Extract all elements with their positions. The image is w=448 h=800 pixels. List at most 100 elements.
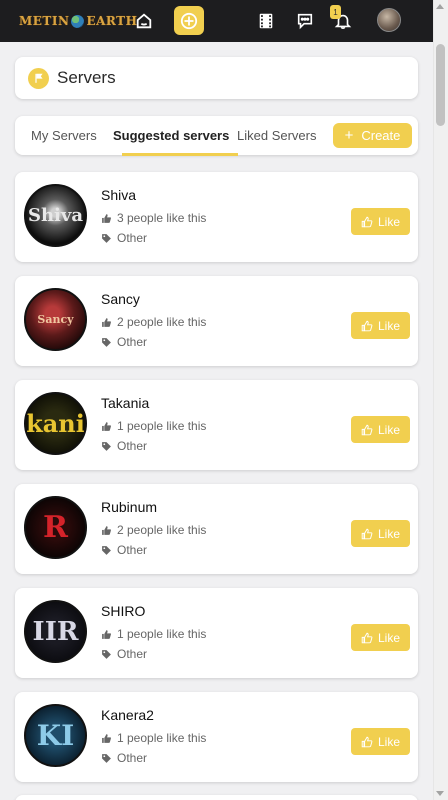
thumbs-up-icon bbox=[102, 525, 111, 535]
tag-icon bbox=[102, 649, 111, 659]
tag-icon bbox=[102, 441, 111, 451]
server-likes-text: 2 people like this bbox=[117, 315, 207, 329]
server-category-text: Other bbox=[117, 647, 148, 661]
scrollbar[interactable] bbox=[433, 0, 448, 800]
server-category: Other bbox=[101, 751, 147, 765]
scroll-up-arrow-icon[interactable] bbox=[436, 4, 444, 9]
server-card-shiva: Shiva Shiva 3 people like this Other Lik… bbox=[15, 172, 418, 262]
server-likes-text: 2 people like this bbox=[117, 523, 207, 537]
tab-liked-servers[interactable]: Liked Servers bbox=[237, 116, 316, 155]
thumbs-up-outline-icon bbox=[361, 216, 373, 227]
server-category-text: Other bbox=[117, 543, 148, 557]
server-likes-text: 3 people like this bbox=[117, 211, 207, 225]
tag-icon bbox=[102, 233, 111, 243]
thumbs-up-outline-icon bbox=[361, 736, 373, 747]
server-likes: 3 people like this bbox=[101, 211, 206, 225]
add-post-button[interactable] bbox=[174, 6, 204, 35]
plus-icon: + bbox=[344, 127, 354, 144]
server-avatar-text: kani bbox=[26, 409, 85, 438]
server-card-partial bbox=[15, 795, 418, 800]
like-button-label: Like bbox=[377, 422, 400, 437]
server-avatar-text: Shiva bbox=[27, 205, 84, 226]
server-card-takania: kani Takania 1 people like this Other Li… bbox=[15, 380, 418, 470]
server-likes: 1 people like this bbox=[101, 419, 206, 433]
server-name[interactable]: Kanera2 bbox=[101, 707, 154, 723]
server-card-shiro: IIR SHIRO 1 people like this Other Like bbox=[15, 588, 418, 678]
server-name[interactable]: SHIRO bbox=[101, 603, 145, 619]
servers-tabs: My Servers Suggested servers Liked Serve… bbox=[15, 116, 418, 156]
like-button-label: Like bbox=[377, 630, 400, 645]
server-name[interactable]: Sancy bbox=[101, 291, 140, 307]
server-category: Other bbox=[101, 543, 147, 557]
server-likes-text: 1 people like this bbox=[117, 627, 207, 641]
scrollbar-thumb[interactable] bbox=[436, 44, 445, 126]
server-card-sancy: Sancy Sancy 2 people like this Other Lik… bbox=[15, 276, 418, 366]
server-avatar-text: R bbox=[43, 510, 68, 545]
video-reels-icon[interactable] bbox=[253, 8, 279, 34]
server-likes-text: 1 people like this bbox=[117, 731, 207, 745]
server-name[interactable]: Takania bbox=[101, 395, 149, 411]
server-card-rubinum: R Rubinum 2 people like this Other Like bbox=[15, 484, 418, 574]
create-server-button[interactable]: + Create bbox=[333, 123, 412, 148]
thumbs-up-icon bbox=[102, 733, 111, 743]
server-name[interactable]: Shiva bbox=[101, 187, 136, 203]
plus-circle-icon bbox=[180, 12, 198, 29]
server-category: Other bbox=[101, 335, 147, 349]
tab-suggested-servers[interactable]: Suggested servers bbox=[113, 116, 229, 155]
server-avatar-text: Sancy bbox=[37, 313, 74, 326]
server-name[interactable]: Rubinum bbox=[101, 499, 157, 515]
tag-icon bbox=[102, 337, 111, 347]
page-header-card: Servers bbox=[15, 57, 418, 99]
tag-icon bbox=[102, 545, 111, 555]
server-category-text: Other bbox=[117, 335, 148, 349]
server-avatar[interactable]: KI bbox=[24, 704, 87, 767]
create-button-label: Create bbox=[361, 128, 401, 143]
thumbs-up-outline-icon bbox=[361, 528, 373, 539]
chat-icon[interactable] bbox=[292, 8, 318, 34]
globe-icon bbox=[71, 14, 85, 28]
user-avatar[interactable] bbox=[377, 8, 401, 32]
server-likes-text: 1 people like this bbox=[117, 419, 207, 433]
thumbs-up-icon bbox=[102, 317, 111, 327]
like-button-label: Like bbox=[377, 318, 400, 333]
server-avatar[interactable]: IIR bbox=[24, 600, 87, 663]
logo-text-left: METIN bbox=[19, 14, 70, 28]
server-avatar[interactable]: R bbox=[24, 496, 87, 559]
like-button-label: Like bbox=[377, 214, 400, 229]
like-button[interactable]: Like bbox=[351, 624, 410, 651]
server-avatar[interactable]: Shiva bbox=[24, 184, 87, 247]
page-title: Servers bbox=[57, 68, 116, 87]
server-category-text: Other bbox=[117, 439, 148, 453]
server-category-text: Other bbox=[117, 751, 148, 765]
server-card-kanera2: KI Kanera2 1 people like this Other Like bbox=[15, 692, 418, 782]
like-button[interactable]: Like bbox=[351, 312, 410, 339]
top-navigation-bar: METIN EARTH 1 bbox=[0, 0, 448, 42]
flag-icon bbox=[28, 67, 49, 89]
like-button[interactable]: Like bbox=[351, 520, 410, 547]
server-likes: 1 people like this bbox=[101, 627, 206, 641]
active-tab-indicator bbox=[122, 153, 238, 156]
thumbs-up-outline-icon bbox=[361, 320, 373, 331]
thumbs-up-icon bbox=[102, 421, 111, 431]
like-button[interactable]: Like bbox=[351, 728, 410, 755]
server-avatar-text: IIR bbox=[32, 616, 79, 647]
tab-my-servers[interactable]: My Servers bbox=[31, 116, 97, 155]
logo-text-right: EARTH bbox=[86, 14, 138, 28]
server-category-text: Other bbox=[117, 231, 148, 245]
like-button[interactable]: Like bbox=[351, 208, 410, 235]
home-icon[interactable] bbox=[131, 8, 157, 34]
site-logo[interactable]: METIN EARTH bbox=[19, 12, 137, 30]
thumbs-up-outline-icon bbox=[361, 632, 373, 643]
server-likes: 1 people like this bbox=[101, 731, 206, 745]
like-button[interactable]: Like bbox=[351, 416, 410, 443]
server-avatar[interactable]: kani bbox=[24, 392, 87, 455]
server-avatar[interactable]: Sancy bbox=[24, 288, 87, 351]
scroll-down-arrow-icon[interactable] bbox=[436, 791, 444, 796]
server-category: Other bbox=[101, 647, 147, 661]
tag-icon bbox=[102, 753, 111, 763]
like-button-label: Like bbox=[377, 526, 400, 541]
server-category: Other bbox=[101, 439, 147, 453]
thumbs-up-icon bbox=[102, 629, 111, 639]
like-button-label: Like bbox=[377, 734, 400, 749]
server-avatar-text: KI bbox=[36, 719, 75, 752]
